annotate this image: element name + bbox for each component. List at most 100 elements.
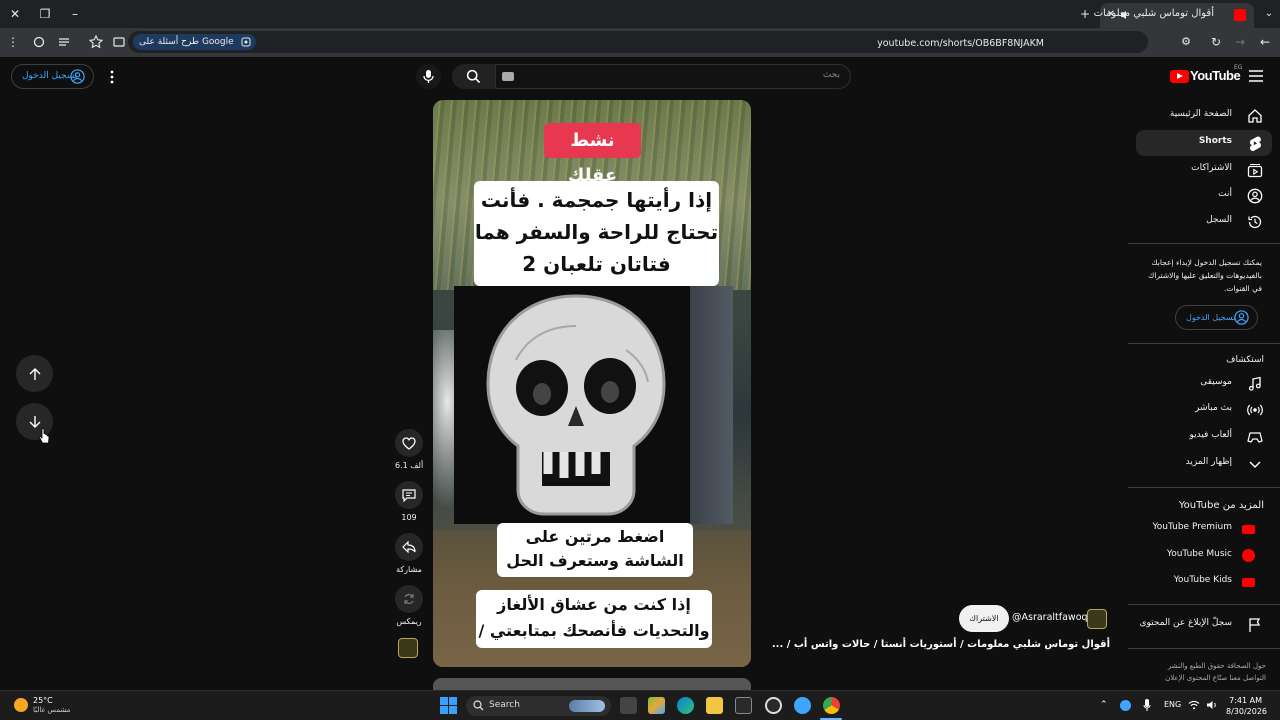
comment-button[interactable] [395,481,423,509]
sidebar-item-label: ألعاب فيديو [1189,430,1232,440]
voice-search-button[interactable] [416,64,441,89]
previous-short-button[interactable] [16,355,53,392]
like-action[interactable]: 6.1 ألف [395,429,423,470]
taskbar-search-label: Search [489,700,520,710]
system-clock[interactable]: 7:41 AM 8/30/2026 [1226,695,1267,717]
you-icon [1247,188,1263,204]
task-view-icon[interactable] [620,697,637,714]
share-button[interactable] [395,533,423,561]
guide-menu-icon[interactable] [1249,70,1263,82]
sidebar-item-youtube-premium[interactable]: YouTube Premium [1136,516,1272,542]
weather-temperature: 25°C [33,696,53,705]
sidebar-footer-links[interactable]: حول الصحافة حقوق الطبع والنشر التواصل مع… [1150,660,1266,684]
logo-region: EG [1234,64,1243,71]
bookmark-star-icon[interactable] [87,33,105,51]
music-icon [1247,376,1263,392]
sidebar-item-label: YouTube Music [1166,549,1232,559]
onedrive-icon[interactable] [1120,700,1131,711]
channel-avatar[interactable] [1087,609,1107,629]
share-label: مشاركة [396,565,422,574]
weather-condition: مشمس غالبًا [33,706,71,714]
sidebar-item-live[interactable]: بث مباشر [1136,397,1272,423]
microphone-icon[interactable] [1143,699,1151,712]
sidebar-item-home[interactable]: الصفحة الرئيسية [1136,103,1272,129]
file-explorer-icon[interactable] [706,697,723,714]
search-icon [473,700,484,711]
sidebar-item-label: سجلّ الإبلاغ عن المحتوى [1139,618,1232,628]
flag-icon [1247,617,1263,633]
sidebar-item-shorts[interactable]: Shorts [1136,130,1272,156]
sidebar-item-report[interactable]: سجلّ الإبلاغ عن المحتوى [1136,612,1272,638]
sidebar-item-you[interactable]: أنت [1136,183,1272,209]
sidebar-item-subscriptions[interactable]: الاشتراكات [1136,157,1272,183]
active-tab[interactable]: ✕ أقوال توماس شلبي معلومات [1094,3,1254,28]
url-text[interactable]: youtube.com/shorts/OB6BF8NJAKM [877,38,1044,49]
video-caption-3: إذا كنت من عشاق الألغاز والتحديات فأنصحك… [476,590,712,648]
sidebar-item-label: Shorts [1198,136,1232,146]
search-placeholder: بحث [822,70,840,80]
app-icon[interactable] [794,697,811,714]
reading-list-icon[interactable] [55,33,73,51]
settings-menu-icon[interactable] [105,68,119,86]
omnibox[interactable]: youtube.com/shorts/OB6BF8NJAKM [128,31,1148,53]
sidebar-divider [1128,343,1280,344]
signin-button[interactable]: تسجيل الدخول [11,64,94,89]
channel-avatar-small[interactable] [398,638,418,658]
sidebar-item-label: بث مباشر [1195,403,1232,413]
microsoft-store-icon[interactable] [735,697,752,714]
history-icon [1247,214,1263,230]
sidebar-item-label: إظهار المزيد [1185,457,1232,467]
sidebar-item-history[interactable]: السجل [1136,209,1272,235]
volume-icon[interactable] [1206,700,1218,710]
remix-button[interactable] [395,585,423,613]
tab-search-chevron-icon[interactable]: ⌄ [1258,4,1280,24]
tab-title: أقوال توماس شلبي معلومات [1093,8,1214,19]
skull-illusion-image [454,286,733,524]
subscribe-button[interactable]: الاشتراك [959,605,1009,632]
sidebar-signin-label: تسجيل الدخول [1186,313,1236,322]
minimize-window-button[interactable]: – [64,4,86,24]
tray-overflow-icon[interactable]: ⌃ [1100,700,1108,710]
settings-gear-icon[interactable] [765,697,782,714]
wifi-icon[interactable] [1188,700,1200,710]
sidebar-item-youtube-music[interactable]: YouTube Music [1136,543,1272,569]
comment-action[interactable]: 109 [395,481,423,522]
next-short-preview[interactable] [433,678,751,690]
search-button[interactable] [452,64,495,89]
logo-text: YouTube [1190,68,1241,83]
remix-action[interactable]: ريمكس [395,585,423,626]
taskbar-search[interactable]: Search [466,696,611,716]
back-icon[interactable]: ← [1254,32,1276,52]
sidebar-divider [1128,487,1280,488]
copilot-icon[interactable] [648,697,665,714]
sidebar-item-youtube-kids[interactable]: YouTube Kids [1136,569,1272,595]
like-button[interactable] [395,429,423,457]
share-action[interactable]: مشاركة [395,533,423,574]
clock-time: 7:41 AM [1229,696,1262,705]
search-input[interactable]: بحث [495,64,851,89]
browser-menu-icon[interactable]: ⋮ [2,32,24,52]
close-window-button[interactable]: ✕ [4,4,26,24]
sidebar-item-gaming[interactable]: ألعاب فيديو [1136,424,1272,450]
chrome-icon[interactable] [823,697,840,714]
sidebar-item-label: السجل [1206,215,1232,225]
ask-google-chip[interactable]: طرح أسئلة على Google [133,34,256,50]
live-icon [1247,402,1263,418]
video-caption-1: إذا رأيتها جمجمة . فأنت تحتاج للراحة وال… [474,181,719,286]
like-count: 6.1 ألف [395,461,424,470]
maximize-window-button[interactable]: ❐ [34,4,56,24]
short-title[interactable]: أقوال توماس شلبي معلومات / أستوريات أنست… [772,639,1110,650]
install-app-icon[interactable] [110,33,128,51]
edge-icon[interactable] [677,697,694,714]
keyboard-icon[interactable] [502,72,514,81]
extensions-icon[interactable] [30,33,48,51]
language-indicator[interactable]: ENG [1164,700,1181,709]
windows-start-icon[interactable] [440,697,457,714]
sidebar-signin-button[interactable]: تسجيل الدخول [1175,305,1258,330]
forward-icon[interactable]: → [1229,32,1251,52]
page-settings-icon[interactable]: ⚙ [1175,32,1197,52]
reload-icon[interactable]: ↻ [1205,32,1227,52]
channel-handle[interactable]: @Asraraltfawoq [1012,612,1088,623]
sidebar-item-music[interactable]: موسيقى [1136,371,1272,397]
sidebar-show-more[interactable]: إظهار المزيد [1136,451,1272,477]
